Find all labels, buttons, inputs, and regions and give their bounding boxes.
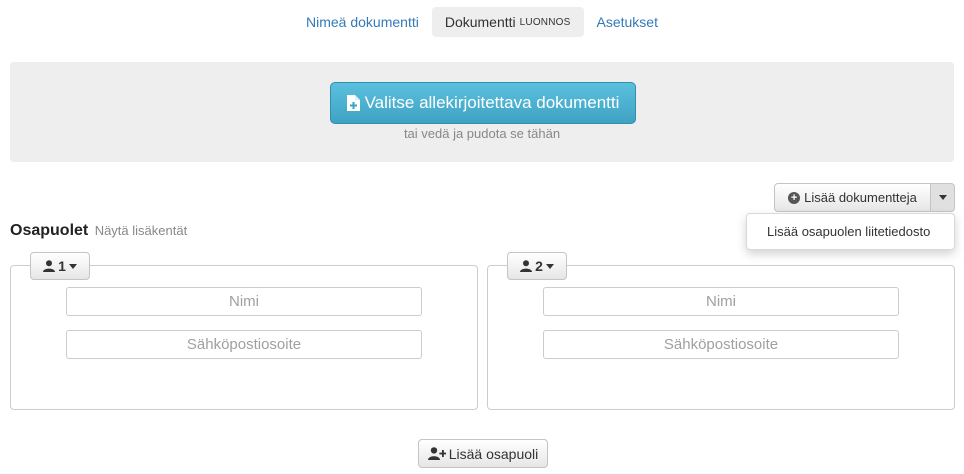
tab-document-label: Dokumentti bbox=[444, 14, 516, 30]
caret-down-icon bbox=[938, 195, 947, 200]
party-1-name-field[interactable] bbox=[66, 287, 422, 316]
add-party-label: Lisää osapuoli bbox=[448, 445, 539, 462]
document-tabs: Nimeä dokumentti Dokumentti LUONNOS Aset… bbox=[0, 7, 964, 37]
user-icon bbox=[43, 260, 56, 272]
party-2-number: 2 bbox=[535, 258, 543, 274]
party-1-menu-button[interactable]: 1 bbox=[30, 252, 90, 280]
tab-document-status: LUONNOS bbox=[519, 16, 571, 28]
party-1-email-field[interactable] bbox=[66, 330, 422, 359]
menu-item-label: Lisää osapuolen liitetiedosto bbox=[767, 224, 931, 239]
parties-heading: Osapuolet Näytä lisäkentät bbox=[10, 222, 187, 240]
add-documents-dropdown-toggle[interactable] bbox=[931, 183, 955, 212]
tab-settings-label: Asetukset bbox=[596, 14, 658, 30]
file-plus-icon bbox=[346, 95, 360, 111]
tab-name-document-label: Nimeä dokumentti bbox=[306, 14, 419, 30]
user-icon bbox=[520, 260, 533, 272]
menu-item-add-party-attachment[interactable]: Lisää osapuolen liitetiedosto bbox=[746, 213, 955, 250]
party-panel-1: 1 bbox=[10, 252, 478, 410]
parties-title: Osapuolet bbox=[10, 222, 89, 239]
tab-name-document[interactable]: Nimeä dokumentti bbox=[293, 7, 432, 37]
party-panel-2: 2 bbox=[487, 252, 955, 410]
party-2-menu-button[interactable]: 2 bbox=[507, 252, 567, 280]
choose-document-label: Valitse allekirjoitettava dokumentti bbox=[364, 93, 620, 112]
add-party-button[interactable]: Lisää osapuoli bbox=[418, 439, 548, 468]
add-documents-button[interactable]: + Lisää dokumentteja bbox=[774, 183, 931, 212]
choose-document-button[interactable]: Valitse allekirjoitettava dokumentti bbox=[330, 82, 636, 124]
add-documents-label: Lisää dokumentteja bbox=[804, 190, 917, 205]
caret-down-icon bbox=[68, 263, 77, 269]
add-documents-group: + Lisää dokumentteja bbox=[774, 183, 955, 212]
show-extra-fields-link[interactable]: Näytä lisäkentät bbox=[95, 223, 188, 238]
tab-document[interactable]: Dokumentti LUONNOS bbox=[431, 7, 584, 37]
party-2-email-field[interactable] bbox=[543, 330, 899, 359]
plus-circle-icon: + bbox=[788, 191, 801, 204]
caret-down-icon bbox=[545, 263, 554, 269]
party-1-number: 1 bbox=[58, 258, 66, 274]
party-2-name-field[interactable] bbox=[543, 287, 899, 316]
drop-hint: tai vedä ja pudota se tähän bbox=[403, 126, 561, 141]
user-plus-icon bbox=[427, 447, 446, 460]
tab-settings[interactable]: Asetukset bbox=[584, 7, 671, 37]
document-dropzone[interactable]: Valitse allekirjoitettava dokumentti tai… bbox=[10, 62, 954, 162]
